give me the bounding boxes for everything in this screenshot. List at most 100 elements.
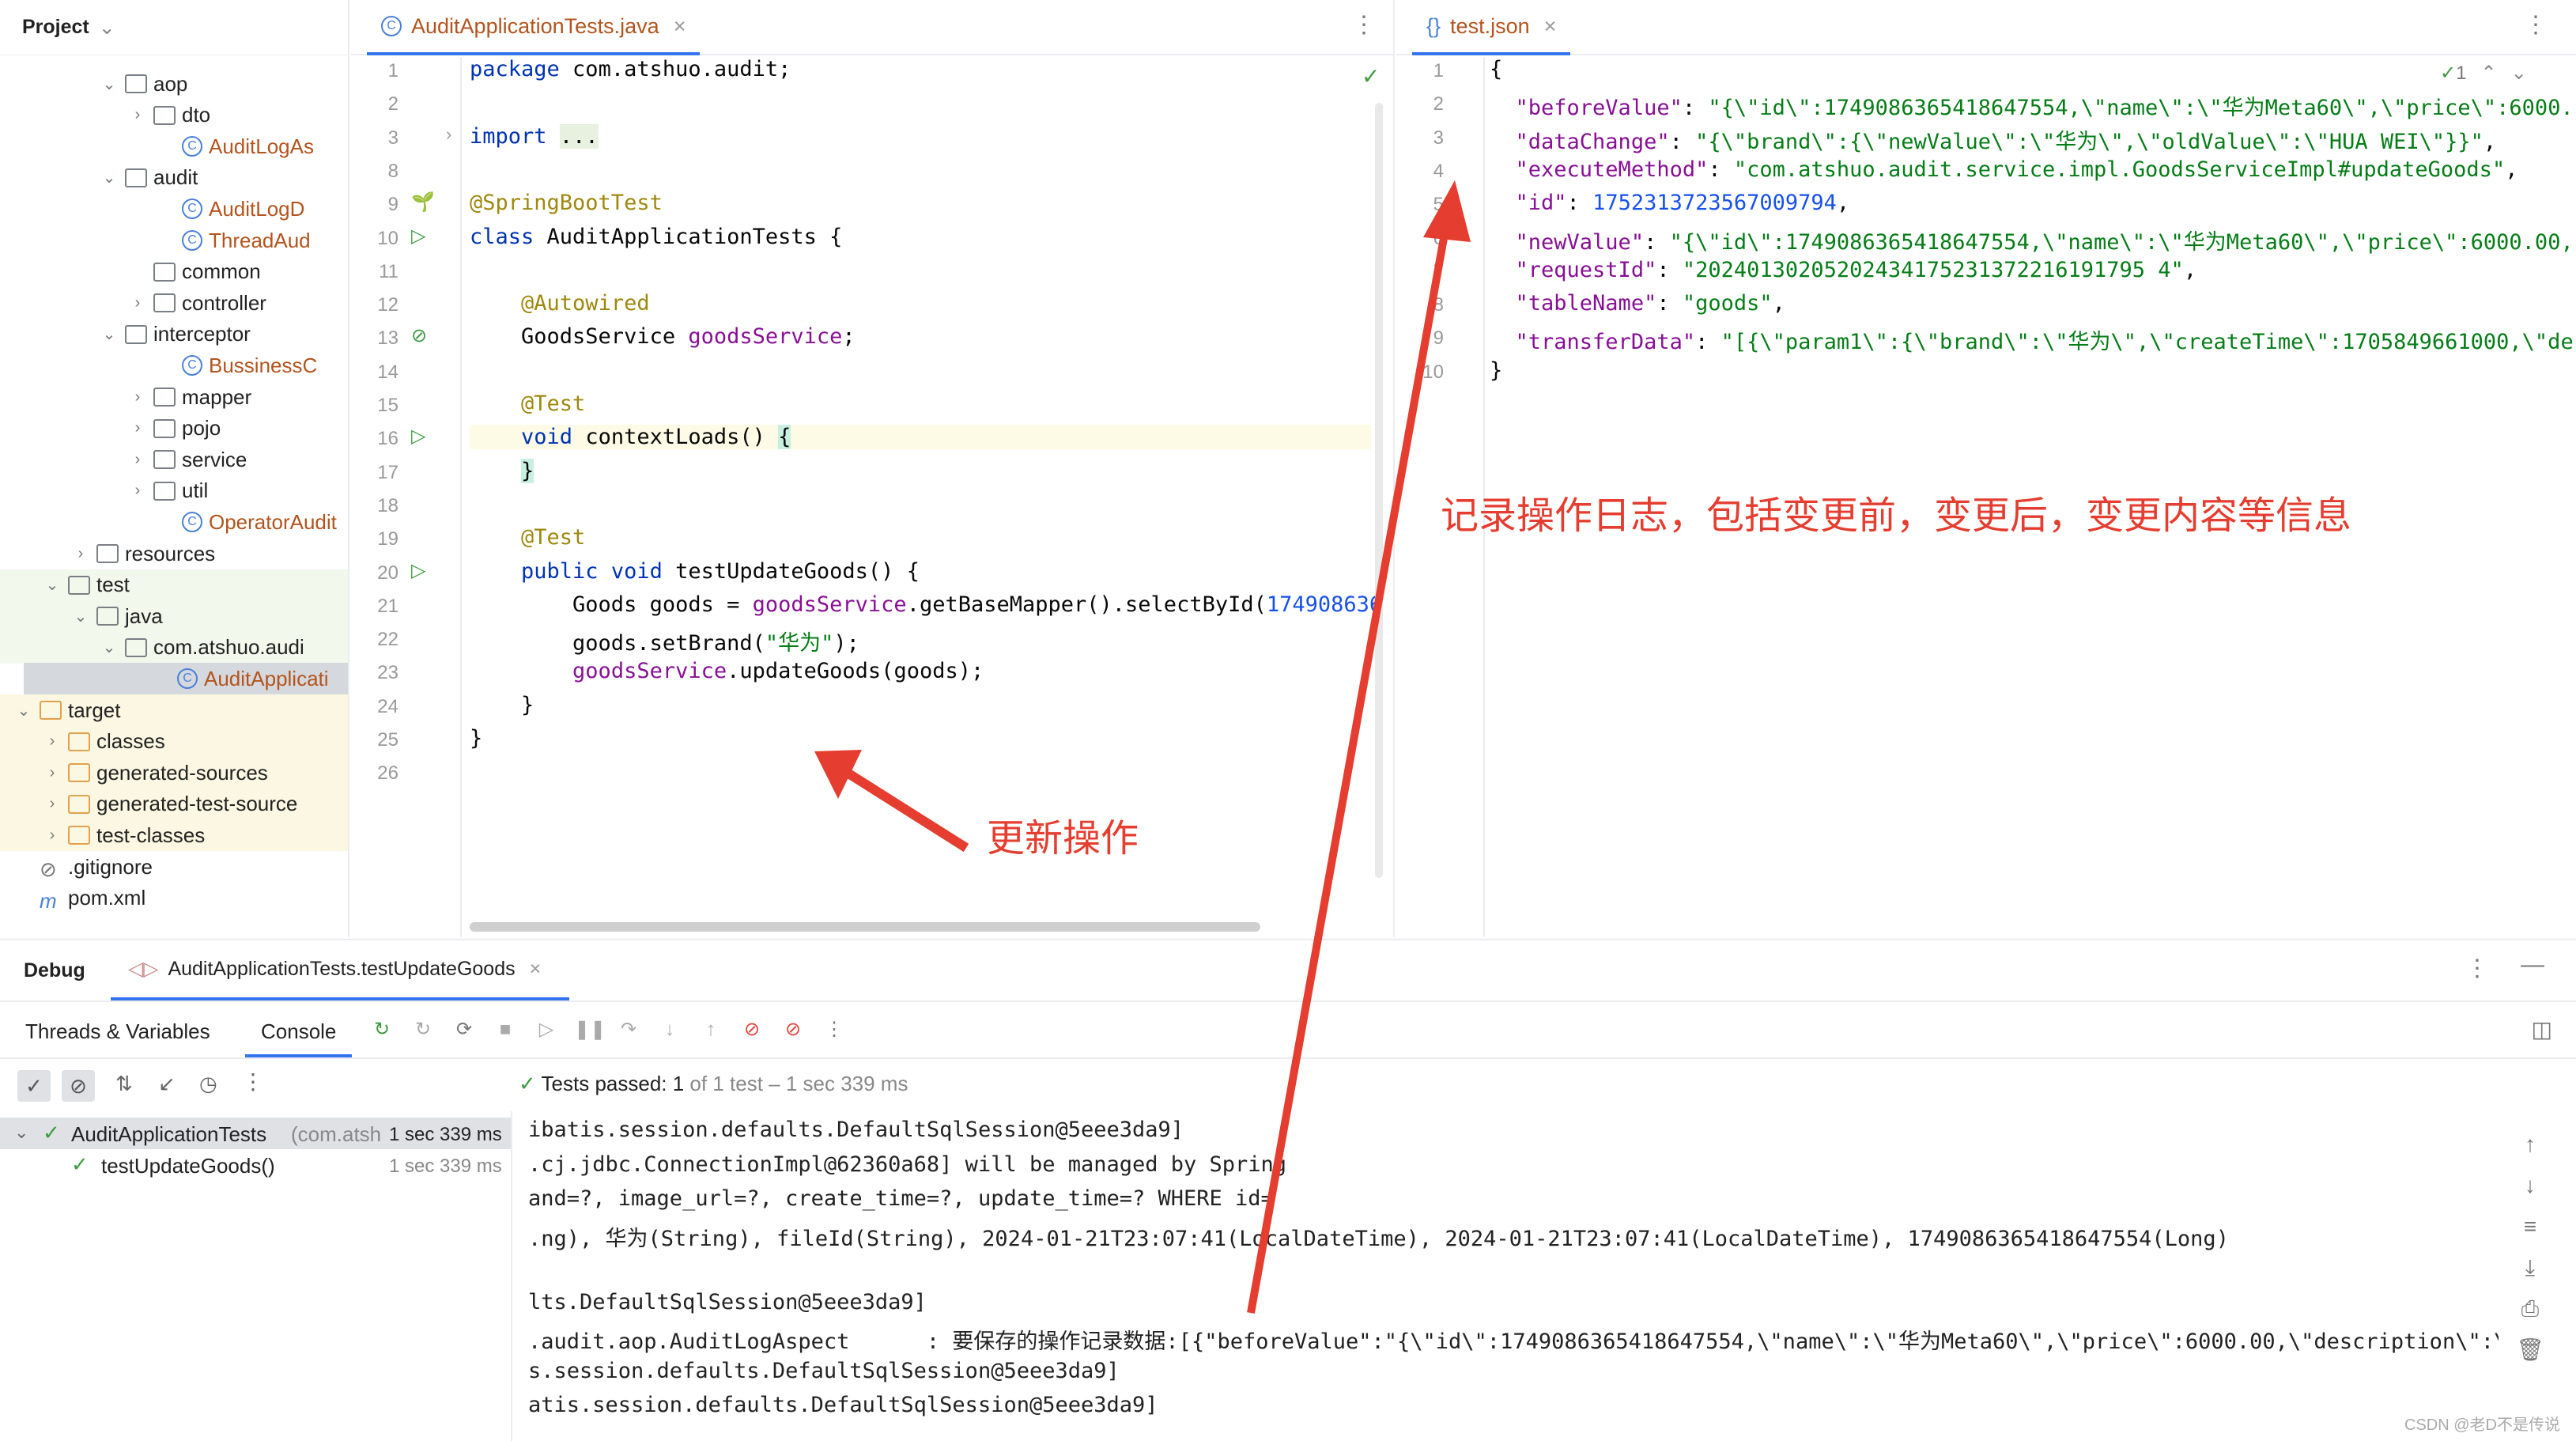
code-line[interactable]: @SpringBootTest bbox=[470, 191, 663, 215]
scroll-to-end-icon[interactable]: ⤓ bbox=[2506, 1247, 2554, 1288]
tree-item-classes[interactable]: ›classes bbox=[0, 726, 349, 758]
resume-icon[interactable]: ▷ bbox=[533, 1016, 560, 1043]
chevron-right-icon[interactable]: › bbox=[128, 388, 147, 407]
test-row-suite[interactable]: ⌄ ✓ AuditApplicationTests (com.atsh 1 se… bbox=[0, 1118, 511, 1149]
code-line[interactable]: class AuditApplicationTests { bbox=[470, 225, 842, 249]
layout-icon[interactable]: ◫ bbox=[2532, 1016, 2552, 1042]
chevron-right-icon[interactable]: › bbox=[128, 419, 147, 437]
tree-item-util[interactable]: ›util bbox=[0, 475, 349, 507]
fold-icon[interactable]: › bbox=[446, 124, 451, 145]
tree-item-target[interactable]: ⌄target bbox=[0, 694, 349, 726]
chevron-right-icon[interactable]: › bbox=[43, 826, 62, 845]
debug-session-tab[interactable]: ◁▷ AuditApplicationTests.testUpdateGoods… bbox=[111, 940, 569, 1000]
close-icon[interactable]: × bbox=[674, 14, 686, 39]
tree-item-generated-test-source[interactable]: ›generated-test-source bbox=[0, 789, 349, 820]
chevron-right-icon[interactable]: › bbox=[128, 482, 147, 500]
step-into-icon[interactable]: ↓ bbox=[656, 1016, 683, 1043]
history-icon[interactable]: ◷ bbox=[199, 1072, 217, 1096]
code-line[interactable]: @Autowired bbox=[470, 291, 650, 316]
chevron-down-icon[interactable]: ⌄ bbox=[100, 637, 119, 657]
chevron-right-icon[interactable]: › bbox=[128, 106, 147, 124]
chevron-right-icon[interactable]: › bbox=[43, 795, 62, 813]
run-class-icon[interactable]: ▷ bbox=[411, 225, 425, 248]
json-line[interactable]: "executeMethod": "com.atshuo.audit.servi… bbox=[1490, 157, 2517, 182]
tree-item-aop[interactable]: ⌄aop bbox=[0, 68, 349, 100]
trash-icon[interactable]: 🗑 bbox=[2506, 1329, 2554, 1371]
code-line[interactable]: @Test bbox=[470, 391, 585, 416]
tab-threads-variables[interactable]: Threads & Variables bbox=[25, 1019, 210, 1044]
code-line[interactable]: Goods goods = goodsService.getBaseMapper… bbox=[470, 592, 1382, 617]
json-line[interactable]: { bbox=[1490, 57, 1502, 81]
json-line[interactable]: "requestId": "20240130205202434175231372… bbox=[1490, 258, 2196, 282]
tree-item-mapper[interactable]: ›mapper bbox=[0, 381, 349, 413]
tree-item-operatoraudit[interactable]: COperatorAudit bbox=[0, 506, 349, 538]
chevron-right-icon[interactable]: › bbox=[128, 294, 147, 312]
run-test-icon[interactable]: ▷ bbox=[411, 425, 425, 448]
json-line[interactable]: "id": 1752313723567009794, bbox=[1490, 191, 1849, 215]
chevron-down-icon[interactable]: ⌄ bbox=[100, 324, 119, 344]
chevron-right-icon[interactable]: › bbox=[128, 451, 147, 469]
tree-item-dto[interactable]: ›dto bbox=[0, 100, 349, 131]
code-line[interactable]: GoodsService goodsService; bbox=[470, 324, 856, 349]
tree-item-bussinessc[interactable]: CBussinessC bbox=[0, 350, 349, 381]
show-ignored-icon[interactable]: ⊘ bbox=[62, 1070, 95, 1102]
more-options-icon[interactable]: ⋮ bbox=[242, 1068, 264, 1095]
sort-icon[interactable]: ⇅ bbox=[115, 1072, 133, 1096]
more-options-icon[interactable]: ⋮ bbox=[2465, 955, 2489, 982]
tree-item-auditapplicati[interactable]: CAuditApplicati bbox=[24, 663, 348, 694]
json-line[interactable]: "dataChange": "{\"brand\":{\"newValue\":… bbox=[1490, 124, 2496, 155]
close-icon[interactable]: × bbox=[530, 958, 542, 981]
collapse-icon[interactable]: ↙ bbox=[158, 1072, 176, 1096]
chevron-right-icon[interactable]: › bbox=[71, 545, 90, 563]
close-icon[interactable]: × bbox=[1544, 14, 1557, 39]
tree-item-threadaud[interactable]: CThreadAud bbox=[0, 225, 349, 256]
chevron-down-icon[interactable]: ⌄ bbox=[100, 74, 119, 94]
tree-item-service[interactable]: ›service bbox=[0, 444, 349, 475]
tab-audit-application-tests[interactable]: C AuditApplicationTests.java × bbox=[367, 0, 700, 55]
tree-item-com-atshuo-audi[interactable]: ⌄com.atshuo.audi bbox=[0, 632, 349, 664]
json-line[interactable]: "newValue": "{\"id\":1749086365418647554… bbox=[1490, 225, 2573, 255]
chevron-down-icon[interactable]: ⌄ bbox=[14, 701, 33, 720]
mute-breakpoints-icon[interactable]: ⊘ bbox=[780, 1016, 806, 1043]
tree-item-java[interactable]: ⌄java bbox=[0, 600, 349, 632]
horizontal-scrollbar[interactable] bbox=[470, 922, 1260, 932]
more-options-icon[interactable]: ⋮ bbox=[1352, 11, 1376, 39]
chevron-down-icon[interactable]: ⌄ bbox=[99, 16, 115, 40]
json-line[interactable]: "tableName": "goods", bbox=[1490, 291, 1785, 316]
view-breakpoints-icon[interactable]: ⊘ bbox=[738, 1016, 765, 1043]
chevron-down-icon[interactable]: ⌄ bbox=[43, 575, 62, 595]
autowired-icon[interactable]: ⊘ bbox=[411, 324, 427, 347]
chevron-up-icon[interactable]: ⌃ bbox=[2480, 62, 2496, 84]
console-output[interactable]: ibatis.session.defaults.DefaultSqlSessio… bbox=[514, 1111, 2499, 1441]
code-line[interactable]: void contextLoads() { bbox=[470, 425, 1371, 449]
minimize-icon[interactable]: — bbox=[2521, 951, 2544, 978]
tab-test-json[interactable]: {} test.json × bbox=[1412, 0, 1570, 55]
tree-item-controller[interactable]: ›controller bbox=[0, 287, 349, 319]
pause-icon[interactable]: ❚❚ bbox=[574, 1016, 601, 1043]
code-line[interactable]: } bbox=[470, 459, 534, 483]
spring-bean-icon[interactable]: 🌱 bbox=[411, 191, 435, 214]
tree-item-audit[interactable]: ⌄audit bbox=[0, 162, 349, 194]
project-header[interactable]: Project⌄ bbox=[0, 0, 348, 55]
code-line[interactable]: @Test bbox=[470, 525, 585, 550]
vertical-scrollbar[interactable] bbox=[1375, 103, 1383, 878]
toggle-auto-test-icon[interactable]: ⟳ bbox=[451, 1016, 478, 1043]
code-line[interactable]: package com.atshuo.audit; bbox=[470, 57, 791, 81]
json-line[interactable]: } bbox=[1490, 358, 1502, 383]
chevron-down-icon[interactable]: ⌄ bbox=[14, 1122, 28, 1143]
tree-item-generated-sources[interactable]: ›generated-sources bbox=[0, 757, 349, 789]
soft-wrap-icon[interactable]: ≡ bbox=[2506, 1206, 2554, 1247]
tree-item-resources[interactable]: ›resources bbox=[0, 538, 349, 569]
stop-icon[interactable]: ■ bbox=[492, 1016, 519, 1043]
inspection-widget[interactable]: ✓1⌃⌄ bbox=[2440, 62, 2527, 85]
more-options-icon[interactable]: ⋮ bbox=[2524, 11, 2548, 39]
chevron-down-icon[interactable]: ⌄ bbox=[71, 607, 90, 626]
step-out-icon[interactable]: ↑ bbox=[697, 1016, 724, 1043]
tree-item-test-classes[interactable]: ›test-classes bbox=[0, 819, 349, 851]
chevron-down-icon[interactable]: ⌄ bbox=[100, 168, 119, 187]
rerun-failed-icon[interactable]: ↻ bbox=[410, 1016, 436, 1043]
show-passed-icon[interactable]: ✓ bbox=[17, 1070, 51, 1102]
code-line[interactable]: } bbox=[470, 693, 534, 717]
tree-item-pojo[interactable]: ›pojo bbox=[0, 413, 349, 444]
print-icon[interactable]: ⎙ bbox=[2506, 1288, 2554, 1329]
